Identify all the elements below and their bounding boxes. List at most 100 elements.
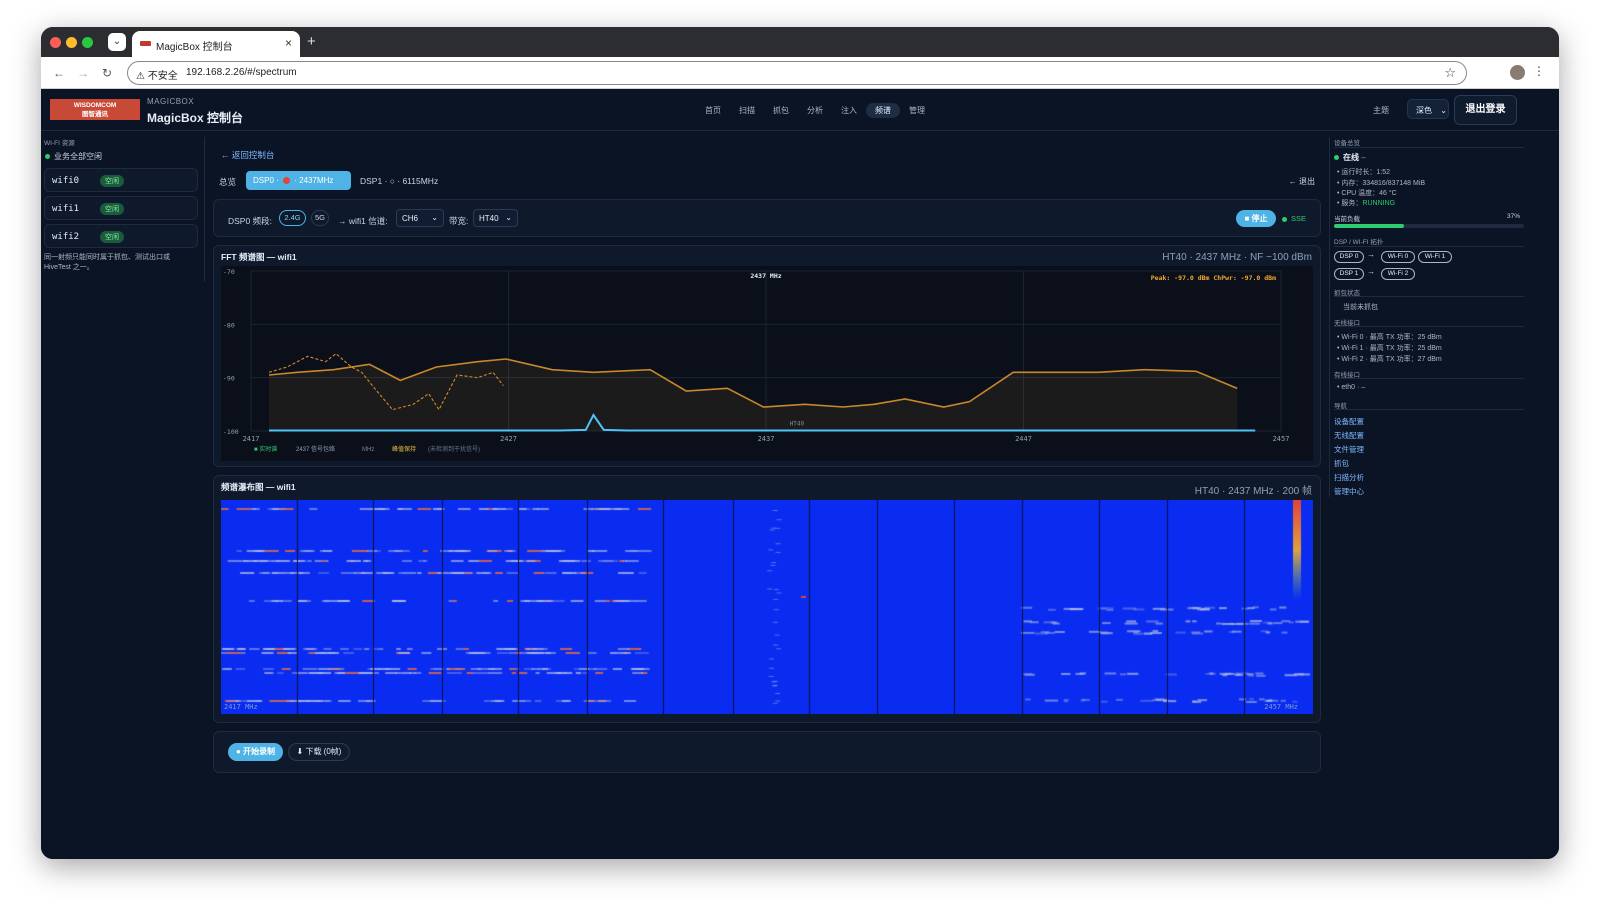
logout-button[interactable]: 退出登录 (1454, 95, 1517, 125)
favicon-icon (140, 41, 151, 46)
browser-tab[interactable]: MagicBox 控制台 × (132, 31, 300, 57)
band-2g4-button[interactable]: 2.4G (279, 210, 306, 226)
topo-dsp0[interactable]: DSP 0 (1334, 251, 1364, 263)
y-tick-label: -70 (223, 268, 235, 276)
stop-button[interactable]: ■ 停止 (1236, 210, 1276, 227)
top-nav: 首页 扫描 抓包 分析 注入 频谱 管理 (696, 103, 934, 118)
fft-info: HT40 · 2437 MHz · NF −100 dBm (1162, 252, 1312, 263)
brand-subtitle: MAGICBOX (147, 97, 195, 106)
new-tab-icon[interactable]: + (307, 33, 316, 50)
dsp-tabs: 总览 DSP0 · · 2437MHz DSP1 · ○ · 6115MHz ←… (219, 171, 1319, 191)
chevron-down-icon: ⌄ (431, 213, 438, 222)
fft-panel: FFT 频谱图 — wifi1 HT40 · 2437 MHz · NF −10… (213, 245, 1321, 467)
browser-menu-icon[interactable]: ⋮ (1533, 64, 1545, 78)
status-badge: 空闲 (100, 175, 124, 187)
status-badge: 空闲 (100, 231, 124, 243)
fft-title: FFT 频谱图 — wifi1 (221, 252, 297, 262)
divider (1329, 137, 1330, 497)
load-label: 当前负载 (1334, 216, 1360, 223)
nav-item-0[interactable]: 首页 (696, 103, 730, 118)
wifi-item-wifi2[interactable]: wifi2 空闲 (44, 224, 198, 248)
start-recording-button[interactable]: ● 开始录制 (228, 743, 283, 761)
theme-select[interactable]: 深色 ⌄ (1407, 99, 1449, 119)
control-bar: DSP0 频段: 2.4G 5G → wifi1 信道: CH6 ⌄ 带宽: HT… (213, 199, 1321, 237)
url-text[interactable]: 192.168.2.26/#/spectrum (186, 67, 297, 78)
topo-wifi1[interactable]: Wi-Fi 1 (1418, 251, 1452, 263)
iface-channel-label: → wifi1 信道: (338, 216, 388, 226)
channel-select[interactable]: CH6 ⌄ (396, 209, 444, 227)
x-tick-label: 2447 (1015, 435, 1032, 443)
topo-wifi0[interactable]: Wi-Fi 0 (1381, 251, 1415, 263)
service-status: • 服务：RUNNING (1337, 200, 1396, 207)
waterfall-left-label: 2417 MHz (224, 703, 258, 711)
wifi-item-wifi1[interactable]: wifi1 空闲 (44, 196, 198, 220)
fft-plot-bg (221, 266, 1313, 461)
uptime: • 运行时长：1:52 (1337, 169, 1391, 176)
sse-status: SSE (1282, 214, 1306, 223)
minimize-window-button[interactable] (66, 37, 77, 48)
main-content: ← 返回控制台 总览 DSP0 · · 2437MHz DSP1 · ○ · 6… (213, 131, 1321, 859)
forward-arrow-icon[interactable]: → (77, 66, 89, 80)
waterfall-canvas[interactable] (221, 500, 1313, 714)
browser-tabbar: ⌄ MagicBox 控制台 × + (41, 27, 1559, 57)
recording-dot-icon (283, 177, 291, 185)
right-nav-link[interactable]: 设备配置 (1334, 416, 1364, 427)
chevron-down-icon: ⌄ (1440, 106, 1447, 115)
maximize-window-button[interactable] (82, 37, 93, 48)
online-status: 在线 – (1334, 152, 1366, 163)
status-badge: 空闲 (100, 203, 124, 215)
nav-item-1[interactable]: 扫描 (730, 103, 764, 118)
bandwidth-label: 带宽: (449, 216, 469, 226)
wireless-item: • Wi-Fi 0 · 最高 TX 功率：25 dBm (1337, 334, 1442, 341)
download-button[interactable]: ⬇ 下载 (0帧) (288, 743, 350, 761)
topo-wifi2[interactable]: Wi-Fi 2 (1381, 268, 1415, 280)
x-tick-label: 2457 (1273, 435, 1290, 443)
close-tab-icon[interactable]: × (285, 36, 292, 50)
tab-dsp1[interactable]: DSP1 · ○ · 6115MHz (360, 176, 438, 186)
url-field[interactable]: ⚠ 不安全 192.168.2.26/#/spectrum ☆ (127, 61, 1467, 85)
back-to-console-link[interactable]: ← 返回控制台 (221, 149, 274, 161)
topology-heading: DSP / WI-FI 拓扑 (1334, 239, 1384, 246)
right-nav-link[interactable]: 管理中心 (1334, 486, 1364, 497)
sidebar-note: 同一射频只能同时属于抓包、测试出口或 HiveTest 之一。 (44, 254, 170, 271)
status-dot-icon (45, 154, 50, 160)
close-window-button[interactable] (50, 37, 61, 48)
wifi-item-wifi0[interactable]: wifi0 空闲 (44, 168, 198, 192)
nav-item-2[interactable]: 抓包 (764, 103, 798, 118)
online-dot-icon (1334, 155, 1339, 161)
right-nav-link[interactable]: 无线配置 (1334, 430, 1364, 441)
profile-avatar[interactable] (1510, 65, 1525, 80)
tab-search-chevron-icon[interactable]: ⌄ (108, 33, 126, 51)
fft-chart[interactable]: 2417 2427 2437 2447 2457 -70 -80 -90 -100 2437 MH… (221, 266, 1313, 461)
memory: • 内存：334816/837148 MiB (1337, 180, 1426, 187)
right-nav-link[interactable]: 扫描分析 (1334, 472, 1364, 483)
exit-link[interactable]: ← 退出 (1289, 176, 1315, 187)
legend-item: ■ 实时谱 (254, 445, 277, 453)
reload-icon[interactable]: ↻ (102, 66, 112, 80)
arrow-right-icon: → (1367, 250, 1375, 259)
wired-item: • eth0 · – (1337, 384, 1366, 391)
business-status: 业务全部空闲 (45, 151, 102, 162)
bookmark-star-icon[interactable]: ☆ (1444, 65, 1456, 81)
security-warning[interactable]: ⚠ 不安全 (136, 67, 178, 82)
capture-status: 当前未抓包 (1343, 304, 1378, 311)
nav-item-6[interactable]: 管理 (900, 103, 934, 118)
tab-overview[interactable]: 总览 (219, 176, 236, 188)
back-arrow-icon[interactable]: ← (53, 66, 65, 80)
peak-readout: Peak: -97.0 dBm ChPwr: -97.0 dBm (1151, 274, 1276, 282)
chevron-down-icon: ⌄ (505, 213, 512, 222)
band-label: HT40 (790, 421, 805, 428)
browser-window: ⌄ MagicBox 控制台 × + ← → ↻ ⚠ 不安全 192.168.2… (41, 27, 1559, 859)
waterfall-info: HT40 · 2437 MHz · 200 帧 (1194, 486, 1312, 497)
bandwidth-select[interactable]: HT40 ⌄ (473, 209, 518, 227)
nav-item-5[interactable]: 频谱 (866, 103, 900, 118)
nav-item-3[interactable]: 分析 (798, 103, 832, 118)
tab-dsp0[interactable]: DSP0 · · 2437MHz (246, 171, 351, 190)
app-root: WISDOMCOM 图智通讯 MAGICBOX MagicBox 控制台 首页扫… (41, 89, 1559, 859)
nav-item-4[interactable]: 注入 (832, 103, 866, 118)
y-tick-label: -100 (223, 428, 239, 436)
topo-dsp1[interactable]: DSP 1 (1334, 268, 1364, 280)
right-nav-link[interactable]: 抓包 (1334, 458, 1349, 469)
right-nav-link[interactable]: 文件管理 (1334, 444, 1364, 455)
band-5g-button[interactable]: 5G (311, 210, 329, 226)
